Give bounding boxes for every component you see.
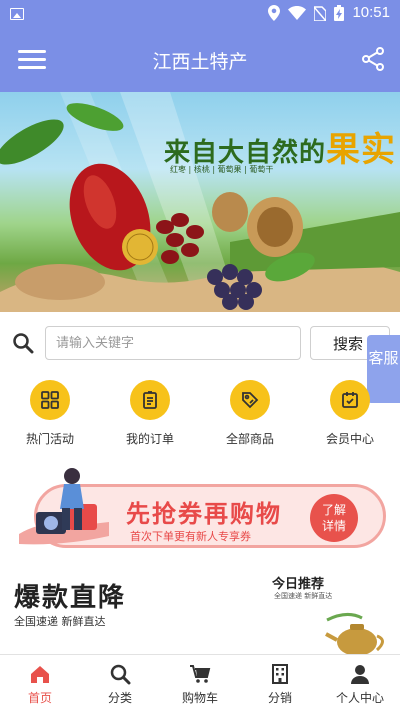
quick-item-label: 会员中心: [325, 432, 374, 446]
page-title: 江西土特产: [152, 51, 248, 73]
coupon-title: 先抢券再购物: [126, 500, 282, 528]
app-bar: 江西土特产: [0, 28, 400, 92]
quick-item-my-orders[interactable]: 我的订单: [100, 380, 200, 447]
bottom-tab-bar: 首页 分类 购物车 分销 个人中心: [0, 654, 400, 711]
tab-label: 个人中心: [335, 691, 384, 705]
coupon-banner[interactable]: 先抢券再购物 首次下单更有新人专享券 了解 详情: [14, 464, 386, 554]
calendar-icon: [330, 380, 370, 420]
promo-title: 爆款直降: [14, 583, 127, 613]
person-icon: [351, 665, 369, 684]
quick-item-label: 热门活动: [25, 432, 74, 446]
wifi-icon: [288, 5, 307, 20]
tag-icon: [230, 380, 270, 420]
tab-label: 首页: [27, 691, 52, 705]
order-list-icon: [130, 380, 170, 420]
battery-charging-icon: [334, 4, 345, 21]
promo-section[interactable]: 爆款直降 全国速递 新鲜直达 今日推荐 全国速递 新鲜直达: [0, 565, 400, 655]
tab-label: 分类: [107, 691, 132, 705]
search-icon: [13, 333, 34, 354]
tab-label: 分销: [267, 691, 292, 705]
hero-banner[interactable]: 来自大自然的果实 红枣 | 核桃 | 葡萄果 | 葡萄干: [0, 92, 400, 312]
daily-recommend-title: 今日推荐: [272, 577, 325, 592]
shopper-illustration: [19, 468, 109, 545]
share-icon[interactable]: [360, 46, 386, 72]
promo-subtitle: 全国速递 新鲜直达: [14, 615, 106, 628]
banner-tags: 红枣 | 核桃 | 葡萄果 | 葡萄干: [170, 165, 274, 174]
coupon-subtitle: 首次下单更有新人专享券: [130, 530, 251, 543]
quick-menu: 热门活动 我的订单 全部商品 会员中心: [0, 380, 400, 450]
tab-home[interactable]: 首页: [0, 655, 80, 711]
quick-item-label: 全部商品: [225, 432, 274, 446]
tab-distribution[interactable]: 分销: [240, 655, 320, 711]
quick-item-member-center[interactable]: 会员中心: [300, 380, 400, 447]
tab-label: 购物车: [181, 691, 218, 705]
quick-item-all-products[interactable]: 全部商品: [200, 380, 300, 447]
home-icon: [31, 666, 49, 683]
image-notification-icon: [10, 8, 24, 20]
coupon-details-button[interactable]: 了解 详情: [310, 494, 358, 542]
daily-recommend-subtitle: 全国速递 新鲜直达: [274, 592, 333, 600]
status-bar: 10:51: [0, 0, 400, 28]
coupon-details-line1: 了解: [321, 503, 346, 517]
search-input[interactable]: [45, 326, 301, 360]
tab-category[interactable]: 分类: [80, 655, 160, 711]
coupon-details-line2: 详情: [321, 519, 346, 533]
teapot-illustration: [325, 613, 384, 655]
cart-icon: [190, 665, 211, 683]
quick-item-label: 我的订单: [125, 432, 174, 446]
location-icon: [268, 4, 281, 21]
no-sim-icon: [314, 5, 327, 21]
tab-profile[interactable]: 个人中心: [320, 655, 400, 711]
search-bar: 搜索: [0, 320, 400, 368]
building-icon: [272, 664, 288, 684]
search-icon: [110, 664, 131, 685]
grid-icon: [30, 380, 70, 420]
quick-item-hot-activities[interactable]: 热门活动: [0, 380, 100, 447]
clock-time: 10:51: [352, 4, 390, 21]
tab-cart[interactable]: 购物车: [160, 655, 240, 711]
